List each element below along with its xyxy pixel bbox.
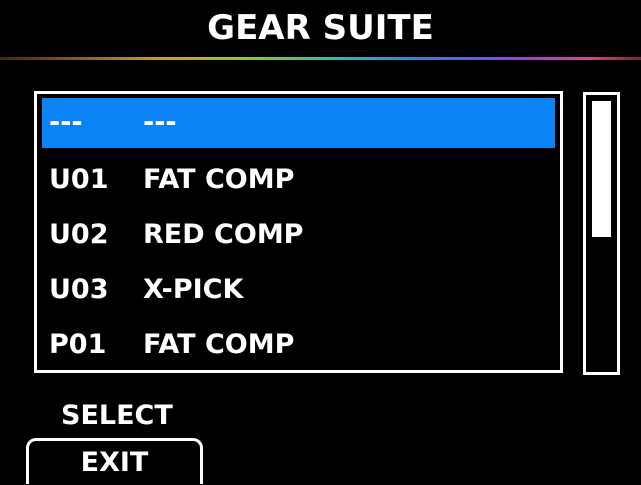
list-item-code: U03	[49, 274, 109, 305]
list-item[interactable]: U02 RED COMP	[42, 210, 555, 260]
list-item-code: U01	[49, 164, 109, 195]
scrollbar[interactable]	[583, 92, 620, 375]
list-item-name: FAT COMP	[143, 164, 295, 195]
list-item-name: FAT COMP	[143, 329, 295, 360]
list-item-name: X-PICK	[143, 274, 244, 305]
list-item[interactable]: U03 X-PICK	[42, 265, 555, 315]
list-item[interactable]: P01 FAT COMP	[42, 320, 555, 370]
list-item-code: P01	[49, 329, 107, 360]
screen: GEAR SUITE --- --- U01 FAT COMP U02 RED …	[0, 0, 641, 484]
list-item-name: ---	[143, 107, 177, 138]
list-item-name: RED COMP	[143, 219, 304, 250]
scrollbar-thumb[interactable]	[592, 101, 611, 237]
list-item[interactable]: U01 FAT COMP	[42, 155, 555, 205]
page-title: GEAR SUITE	[207, 8, 434, 48]
effect-list[interactable]: --- --- U01 FAT COMP U02 RED COMP U03 X-…	[34, 91, 563, 373]
rainbow-divider	[0, 57, 641, 60]
exit-button[interactable]: EXIT	[26, 438, 203, 484]
list-item-code: U02	[49, 219, 109, 250]
list-item[interactable]: --- ---	[42, 98, 555, 148]
select-label: SELECT	[61, 400, 173, 431]
list-item-code: ---	[49, 107, 83, 138]
